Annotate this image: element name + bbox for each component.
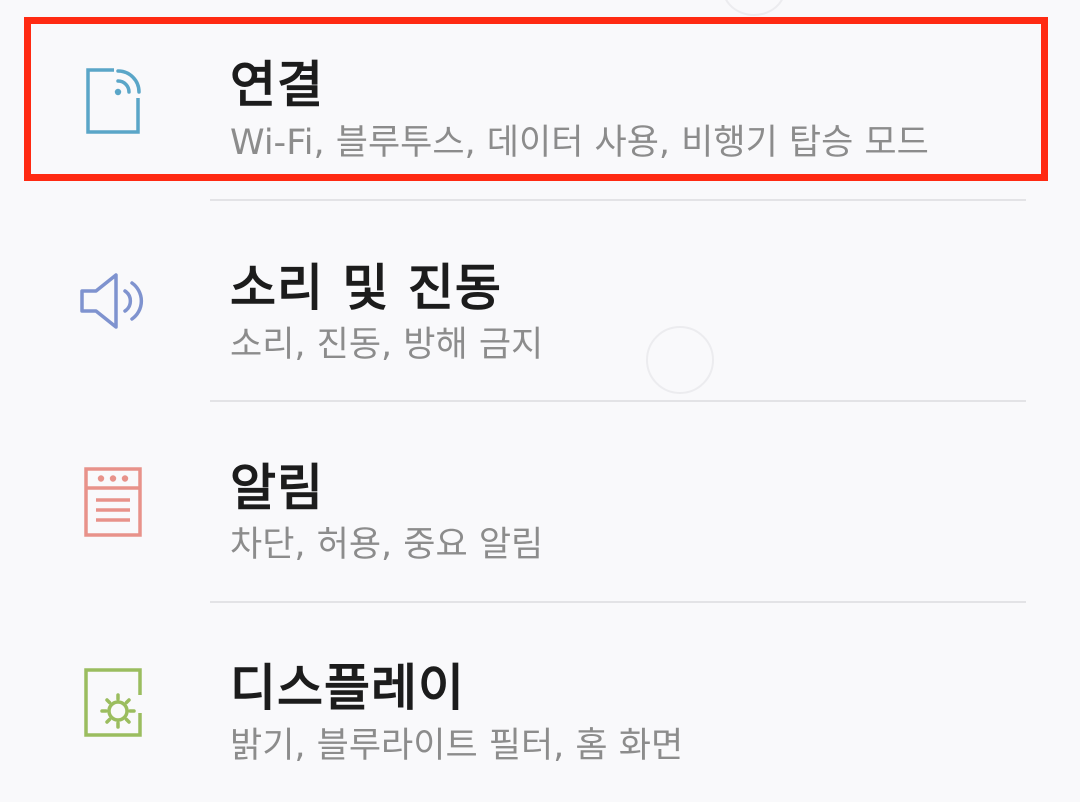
settings-screen: 연결 Wi-Fi, 블루투스, 데이터 사용, 비행기 탑승 모드 소리 및 진… (0, 0, 1080, 802)
item-subtitle: 밝기, 블루라이트 필터, 홈 화면 (230, 726, 684, 766)
display-brightness-icon (74, 665, 150, 741)
item-title: 소리 및 진동 (230, 259, 502, 317)
settings-item-sound-vibration[interactable]: 소리 및 진동 소리, 진동, 방해 금지 (0, 201, 1080, 401)
settings-item-notifications[interactable]: 알림 차단, 허용, 중요 알림 (0, 402, 1080, 602)
speaker-icon (74, 263, 150, 339)
item-subtitle: 소리, 진동, 방해 금지 (230, 325, 544, 365)
highlight-box (24, 17, 1048, 181)
item-title: 알림 (230, 459, 324, 517)
settings-item-display[interactable]: 디스플레이 밝기, 블루라이트 필터, 홈 화면 (0, 603, 1080, 802)
item-subtitle: 차단, 허용, 중요 알림 (230, 525, 544, 565)
item-title: 디스플레이 (230, 659, 465, 717)
notifications-icon (74, 464, 150, 540)
